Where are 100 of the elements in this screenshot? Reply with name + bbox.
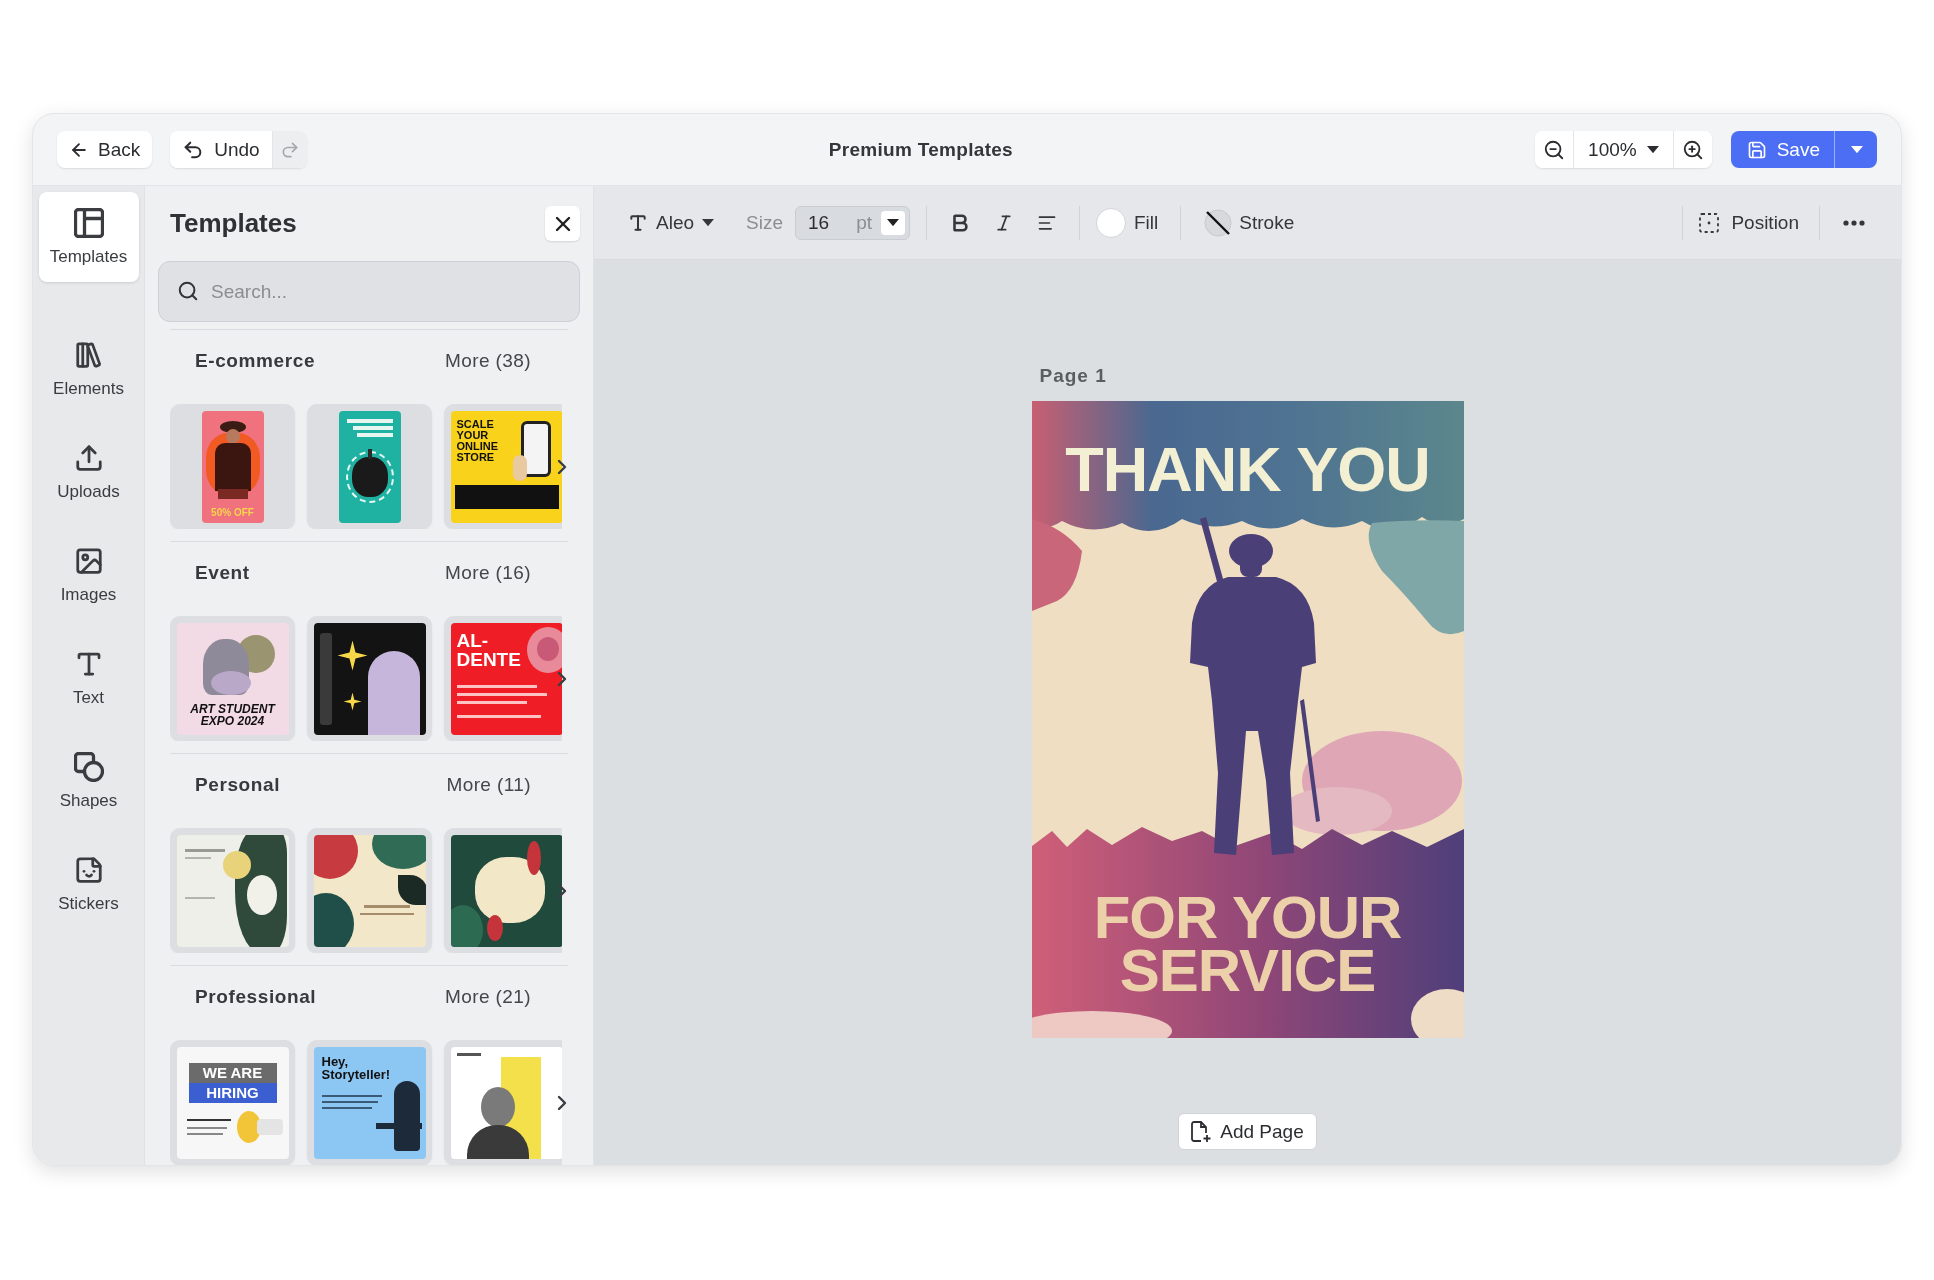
hat	[219, 420, 246, 433]
zoom-in-button[interactable]	[1672, 131, 1712, 168]
image-icon	[73, 545, 104, 576]
add-page-button[interactable]: Add Page	[1178, 1113, 1317, 1150]
megaphone-horn	[256, 1118, 283, 1135]
template-thumbnail[interactable]	[170, 828, 295, 953]
template-thumbnail[interactable]: WE ARE HIRING	[170, 1040, 295, 1165]
position-button[interactable]: Position	[1699, 204, 1799, 241]
unit-label: pt	[856, 212, 872, 233]
save-button[interactable]: Save	[1730, 131, 1834, 168]
undo-button[interactable]: Undo	[170, 131, 272, 168]
phone	[520, 420, 551, 477]
caret-icon	[887, 218, 899, 227]
layout-icon	[73, 207, 104, 238]
zoom-level-dropdown[interactable]: 100%	[1573, 131, 1673, 168]
text-line	[186, 1132, 223, 1135]
megaphone	[236, 1110, 261, 1143]
more-link[interactable]: More (11)	[446, 774, 531, 796]
paper-patch	[474, 856, 545, 923]
add-page-icon	[1191, 1120, 1212, 1143]
books-icon	[73, 339, 104, 370]
hand	[512, 454, 527, 481]
position-icon	[1699, 212, 1720, 233]
template-headline: ART STUDENT EXPO 2024	[189, 702, 277, 728]
section-title: E-commerce	[195, 350, 316, 372]
size-label: Size	[746, 211, 783, 234]
search-icon	[177, 280, 199, 302]
text-line	[363, 904, 410, 908]
text-line	[456, 1052, 481, 1056]
text-line	[321, 1106, 372, 1109]
more-icon	[1843, 219, 1865, 226]
poster-subtitle: FOR YOUR SERVICE	[1092, 891, 1403, 997]
upload-icon	[73, 442, 104, 473]
poster-title: THANK YOU	[1064, 439, 1431, 499]
template-headline: Hey, Storyteller!	[321, 1054, 392, 1082]
caret-icon	[702, 218, 715, 227]
template-thumbnail[interactable]: ART STUDENT EXPO 2024	[170, 616, 295, 741]
pepper-stem	[367, 448, 372, 459]
sidebar-item[interactable]: Images	[38, 530, 139, 620]
page-label: Page 1	[1039, 365, 1107, 387]
text-line	[321, 1094, 382, 1097]
save-options-button[interactable]	[1834, 131, 1877, 168]
sun-disc	[222, 850, 251, 879]
more-link[interactable]: More (38)	[445, 350, 531, 372]
text-line	[184, 848, 225, 852]
template-thumbnail[interactable]: AL-DENTE	[444, 616, 562, 741]
text-line	[359, 912, 414, 915]
caret-icon	[1851, 145, 1863, 154]
search-field[interactable]: Search...	[158, 261, 580, 322]
italic-icon	[994, 212, 1014, 233]
fill-button[interactable]: Fill	[1096, 204, 1159, 241]
pepper	[351, 456, 388, 497]
sidebar-item[interactable]: Templates	[38, 192, 139, 282]
koi-fish	[486, 914, 503, 941]
save-icon	[1746, 139, 1767, 160]
back-button[interactable]: Back	[57, 131, 153, 168]
text-line	[186, 1118, 231, 1121]
head-silhouette	[480, 1086, 515, 1127]
stroke-button[interactable]: Stroke	[1203, 204, 1295, 241]
sticker-icon	[73, 854, 104, 885]
section-title: Personal	[195, 774, 281, 796]
text-line	[184, 856, 211, 859]
text-line	[321, 1100, 378, 1103]
size-dropdown-button[interactable]	[881, 210, 905, 235]
sidebar-item[interactable]: Uploads	[38, 427, 139, 517]
section-title: Event	[195, 562, 250, 584]
no-stroke-icon	[1203, 207, 1234, 238]
text-line	[186, 1126, 227, 1129]
zoom-out-icon	[1543, 138, 1566, 161]
text-line	[456, 700, 527, 704]
leaf	[450, 904, 483, 947]
font-dropdown[interactable]: Aleo	[628, 204, 715, 241]
template-headline: 50% OFF	[210, 506, 255, 518]
template-thumbnail[interactable]	[307, 404, 432, 529]
panel-title: Templates	[170, 208, 297, 239]
sidebar-item[interactable]: Stickers	[38, 839, 139, 929]
template-headline: WE ARE HIRING	[188, 1062, 277, 1103]
text-line	[184, 896, 215, 899]
template-thumbnail[interactable]	[307, 828, 432, 953]
template-thumbnail[interactable]	[307, 616, 432, 741]
sidebar-item[interactable]: Text	[38, 633, 139, 723]
skirt-silhouette	[217, 488, 248, 499]
more-link[interactable]: More (16)	[445, 562, 531, 584]
shapes-icon	[73, 751, 104, 782]
more-link[interactable]: More (21)	[445, 986, 531, 1008]
template-thumbnail[interactable]: Hey, Storyteller!	[307, 1040, 432, 1165]
caret-icon	[1646, 145, 1659, 154]
window-title: Premium Templates	[828, 138, 1013, 161]
template-thumbnail[interactable]: SCALE YOUR ONLINE STORE	[444, 404, 562, 529]
sidebar-item[interactable]: Shapes	[38, 736, 139, 826]
section-title: Professional	[195, 986, 317, 1008]
torso-silhouette	[214, 442, 251, 491]
zoom-out-button[interactable]	[1535, 131, 1574, 168]
koi-fish	[526, 840, 541, 875]
sidebar-item[interactable]: Elements	[38, 324, 139, 414]
person-silhouette	[393, 1080, 420, 1151]
text-icon	[628, 212, 648, 233]
template-headline: SCALE YOUR ONLINE STORE	[456, 418, 500, 463]
close-button[interactable]	[545, 206, 580, 241]
leaf	[397, 874, 426, 905]
